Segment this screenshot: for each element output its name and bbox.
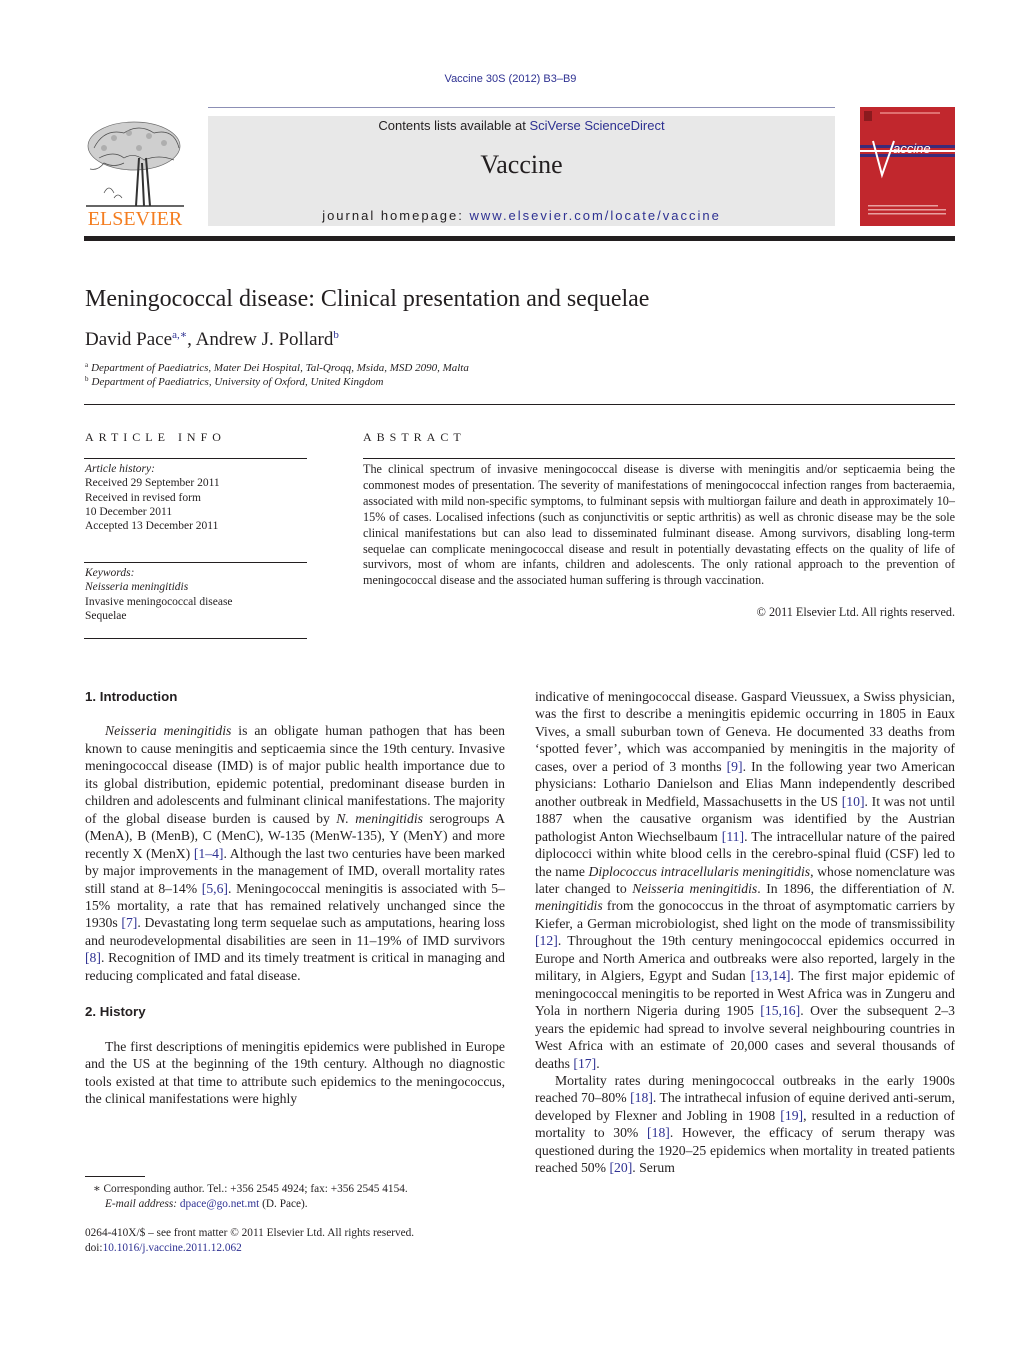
keyword[interactable]: Sequelae bbox=[85, 609, 233, 623]
history-item: Received 29 September 2011 bbox=[85, 477, 220, 490]
citation-link[interactable]: [9] bbox=[727, 759, 743, 774]
keyword[interactable]: Neisseria meningitidis bbox=[85, 580, 233, 594]
history-item: Accepted 13 December 2011 bbox=[85, 520, 219, 533]
section-heading-history: 2. History bbox=[85, 1004, 146, 1020]
doi-link[interactable]: 10.1016/j.vaccine.2011.12.062 bbox=[103, 1242, 242, 1254]
species-name: Neisseria meningitidis bbox=[105, 723, 232, 739]
divider bbox=[363, 458, 955, 459]
history-paragraph-continued: indicative of meningococcal disease. Gas… bbox=[535, 688, 955, 1072]
citation-link[interactable]: [1–4] bbox=[194, 846, 224, 861]
divider bbox=[84, 404, 955, 405]
citation-link[interactable]: [17] bbox=[573, 1056, 596, 1071]
citation-link[interactable]: [13,14] bbox=[751, 968, 791, 983]
citation-link[interactable]: [18] bbox=[647, 1125, 670, 1140]
citation-link[interactable]: [19] bbox=[780, 1108, 803, 1123]
text-run: . Devastating long term sequelae such as… bbox=[85, 915, 505, 948]
history-item: Received in revised form bbox=[85, 491, 201, 504]
elsevier-wordmark: ELSEVIER bbox=[88, 208, 183, 228]
homepage-prefix: journal homepage: bbox=[322, 208, 470, 223]
elsevier-tree-icon: ELSEVIER bbox=[86, 121, 184, 230]
divider bbox=[84, 562, 307, 563]
body-right-column: indicative of meningococcal disease. Gas… bbox=[535, 688, 955, 1177]
author-affil-marks[interactable]: a,∗ bbox=[172, 329, 187, 341]
author-affil-marks[interactable]: b bbox=[333, 329, 339, 341]
svg-text:accine: accine bbox=[893, 141, 931, 156]
author-separator: , bbox=[187, 329, 196, 350]
contents-prefix: Contents lists available at bbox=[378, 118, 530, 133]
divider bbox=[84, 638, 307, 639]
article-info-heading: ARTICLE INFO bbox=[85, 430, 226, 444]
history-item: 10 December 2011 bbox=[85, 505, 173, 518]
journal-cover[interactable]: accine bbox=[860, 107, 955, 226]
email-link[interactable]: dpace@go.net.mt bbox=[180, 1198, 259, 1210]
affiliation-text: Department of Paediatrics, Mater Dei Hos… bbox=[91, 362, 469, 374]
text-run: . Recognition of IMD and its timely trea… bbox=[85, 950, 505, 983]
mortality-paragraph: Mortality rates during meningococcal out… bbox=[535, 1072, 955, 1177]
author-name[interactable]: David Pace bbox=[85, 329, 172, 350]
citation-link[interactable]: [12] bbox=[535, 933, 558, 948]
doi-prefix: doi: bbox=[85, 1241, 103, 1254]
citation-link[interactable]: [15,16] bbox=[760, 1003, 800, 1018]
article-title: Meningococcal disease: Clinical presenta… bbox=[85, 286, 650, 312]
journal-homepage-link[interactable]: www.elsevier.com/locate/vaccine bbox=[470, 208, 721, 223]
elsevier-logo[interactable]: ELSEVIER bbox=[84, 118, 186, 230]
citation-link[interactable]: [10] bbox=[842, 794, 865, 809]
citation-link[interactable]: [11] bbox=[722, 829, 744, 844]
footnote-text: Corresponding author. Tel.: +356 2545 49… bbox=[100, 1183, 408, 1195]
abstract-copyright: © 2011 Elsevier Ltd. All rights reserved… bbox=[756, 605, 955, 619]
history-label: Article history: bbox=[85, 463, 155, 475]
introduction-paragraph: Neisseria meningitidis is an obligate hu… bbox=[85, 722, 505, 984]
text-run: . Serum bbox=[632, 1160, 675, 1176]
footnote-mark: ∗ bbox=[93, 1183, 101, 1195]
homepage-line: journal homepage: www.elsevier.com/locat… bbox=[208, 208, 835, 223]
front-matter: 0264-410X/$ – see front matter © 2011 El… bbox=[85, 1226, 414, 1255]
history-paragraph: The first descriptions of meningitis epi… bbox=[85, 1038, 505, 1107]
email-label: E-mail address: bbox=[105, 1197, 178, 1210]
contents-line: Contents lists available at SciVerse Sci… bbox=[208, 118, 835, 133]
footnote-rule bbox=[85, 1176, 145, 1177]
author-list: David Pacea,∗, Andrew J. Pollardb bbox=[85, 328, 339, 351]
journal-banner: Contents lists available at SciVerse Sci… bbox=[208, 116, 835, 226]
section-heading-introduction: 1. Introduction bbox=[85, 689, 178, 704]
corresponding-author-note: ∗ Corresponding author. Tel.: +356 2545 … bbox=[85, 1182, 408, 1211]
sciencedirect-link[interactable]: SciVerse ScienceDirect bbox=[529, 118, 664, 133]
journal-name: Vaccine bbox=[480, 150, 563, 179]
running-head[interactable]: Vaccine 30S (2012) B3–B9 bbox=[0, 73, 1021, 85]
affiliation-mark: b bbox=[85, 375, 89, 383]
affiliation: a Department of Paediatrics, Mater Dei Ho… bbox=[85, 361, 469, 374]
author-name[interactable]: Andrew J. Pollard bbox=[196, 329, 334, 350]
species-name: Diplococcus intracellularis meningitidis bbox=[588, 863, 811, 879]
article-history: Article history: Received 29 September 2… bbox=[85, 462, 220, 533]
text-run: . In 1896, the differentiation of bbox=[757, 880, 943, 896]
citation-link[interactable]: [5,6] bbox=[202, 881, 228, 896]
species-name: N. meningitidis bbox=[336, 810, 423, 826]
body-left-column: 1. Introduction Neisseria meningitidis i… bbox=[85, 688, 505, 1108]
species-name: Neisseria meningitidis bbox=[632, 880, 758, 896]
header-thick-rule bbox=[84, 236, 955, 241]
citation-link[interactable]: [20] bbox=[609, 1160, 632, 1175]
citation-link[interactable]: [18] bbox=[630, 1090, 653, 1105]
abstract-heading: ABSTRACT bbox=[363, 430, 466, 444]
text-run: . bbox=[596, 1055, 600, 1071]
divider bbox=[84, 458, 307, 459]
header-rule bbox=[208, 107, 835, 108]
keywords-label: Keywords: bbox=[85, 567, 135, 579]
keywords: Keywords: Neisseria meningitidis Invasiv… bbox=[85, 566, 233, 623]
citation-link[interactable]: [7] bbox=[121, 915, 137, 930]
affiliation: b Department of Paediatrics, University o… bbox=[85, 375, 383, 388]
citation-link[interactable]: [8] bbox=[85, 950, 101, 965]
email-suffix: (D. Pace). bbox=[259, 1197, 308, 1210]
issn-line: 0264-410X/$ – see front matter © 2011 El… bbox=[85, 1227, 415, 1239]
cover-art-icon: accine bbox=[860, 111, 955, 215]
affiliation-text: Department of Paediatrics, University of… bbox=[91, 376, 384, 388]
affiliation-mark: a bbox=[85, 361, 89, 369]
abstract-text: The clinical spectrum of invasive mening… bbox=[363, 462, 955, 588]
keyword[interactable]: Invasive meningococcal disease bbox=[85, 595, 233, 609]
